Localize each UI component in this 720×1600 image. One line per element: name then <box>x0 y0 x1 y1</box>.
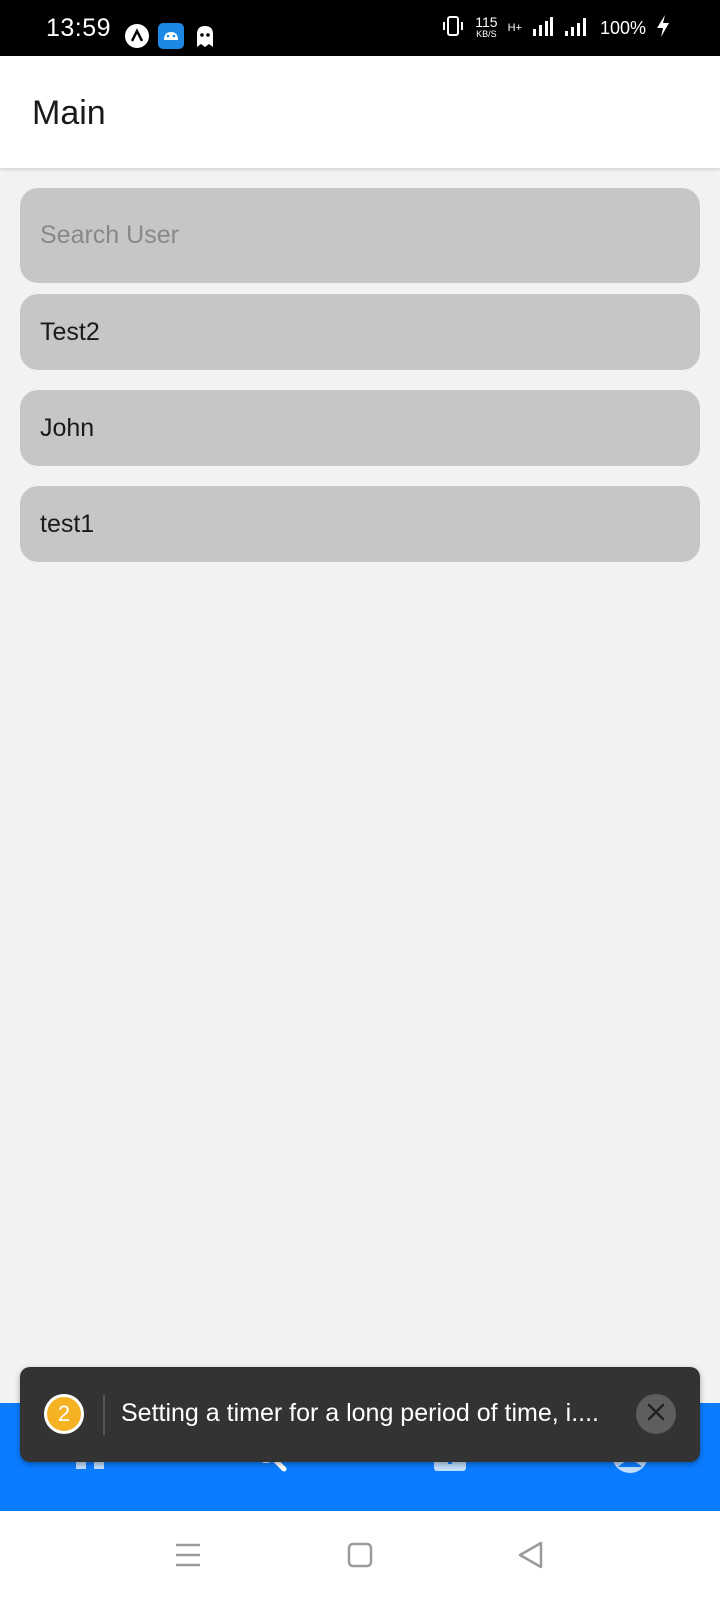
status-right-group: 115 KB/S H+ 100% <box>441 0 670 56</box>
assistant-icon <box>124 23 150 49</box>
net-speed: 115 KB/S <box>475 14 498 40</box>
net-speed-value: 115 <box>475 14 498 30</box>
close-icon <box>647 1403 665 1426</box>
list-item[interactable]: John <box>20 390 700 466</box>
vibrate-icon <box>441 14 465 43</box>
user-name: test1 <box>40 509 95 538</box>
net-speed-unit: KB/S <box>476 29 497 39</box>
toast-close-button[interactable] <box>636 1394 676 1434</box>
list-item[interactable]: Test2 <box>20 294 700 370</box>
status-bar: 13:59 115 KB/S H+ 100% <box>0 0 720 56</box>
network-type: H+ <box>507 22 522 34</box>
status-time: 13:59 <box>46 14 112 42</box>
android-icon <box>158 23 184 49</box>
search-input[interactable] <box>20 188 700 283</box>
back-icon[interactable] <box>514 1539 546 1571</box>
signal-icon <box>532 15 554 42</box>
warning-count-badge: 2 <box>44 1394 84 1434</box>
page-title: Main <box>32 94 106 132</box>
toast-divider <box>103 1395 105 1435</box>
menu-icon[interactable] <box>172 1539 204 1571</box>
ghost-icon <box>193 23 219 49</box>
warning-toast[interactable]: 2 Setting a timer for a long period of t… <box>20 1367 700 1462</box>
app-header: Main <box>0 56 720 168</box>
user-name: John <box>40 413 95 442</box>
toast-message: Setting a timer for a long period of tim… <box>121 1399 600 1427</box>
signal-icon <box>564 15 590 42</box>
system-nav-bar <box>0 1511 720 1600</box>
battery-level: 100% <box>599 17 646 38</box>
home-square-icon[interactable] <box>344 1539 376 1571</box>
user-name: Test2 <box>40 317 100 346</box>
charging-icon <box>656 14 670 43</box>
list-item[interactable]: test1 <box>20 486 700 562</box>
